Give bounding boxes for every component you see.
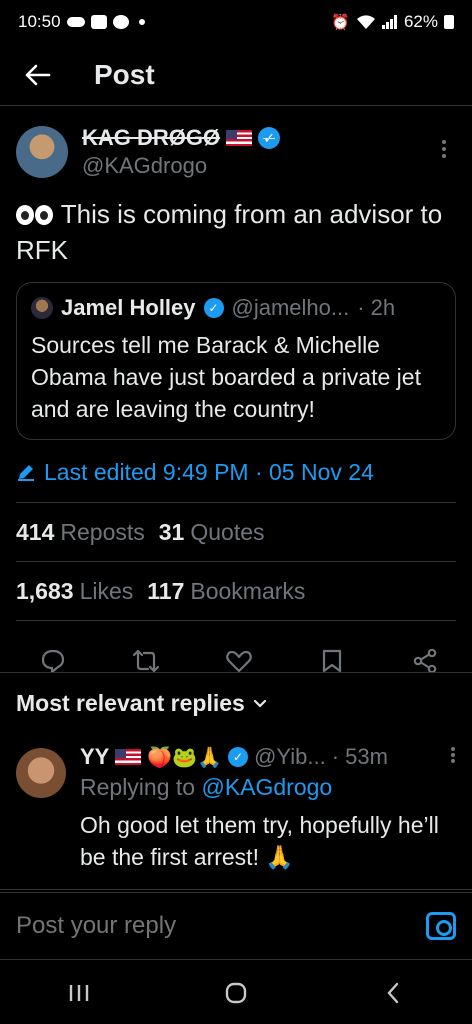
replying-to: Replying to @KAGdrogo <box>80 774 456 801</box>
reply-text: Oh good let them try, hopefully he’ll be… <box>80 812 439 870</box>
battery-percent: 62% <box>403 12 438 31</box>
repost-icon <box>132 649 160 673</box>
quote-author-handle: @jamelho... <box>231 295 350 320</box>
replies-header-label: Most relevant replies <box>16 690 245 716</box>
back-button[interactable] <box>18 55 58 95</box>
reposts-count: 414 <box>16 518 55 545</box>
reply-author-handle: @Yib... <box>254 744 326 769</box>
reply-time: · 53m <box>331 744 388 769</box>
reply-author-name: YY <box>80 744 110 769</box>
recent-apps-button[interactable] <box>54 973 104 1013</box>
author-avatar[interactable] <box>16 126 68 178</box>
status-bar: 10:50 ⏰ 62% <box>0 0 472 44</box>
bookmark-icon <box>322 649 342 673</box>
more-vertical-icon <box>451 747 455 763</box>
quote-verified-badge-icon: ✓ <box>203 298 224 318</box>
bookmarks-stat[interactable]: 117 Bookmarks <box>147 578 305 605</box>
reply-item[interactable]: YY 🍑🐸🙏 ✓ @Yib... · 53m Replying to @KAGd… <box>0 734 472 890</box>
system-back-button[interactable] <box>368 973 418 1013</box>
likes-stat[interactable]: 1,683 Likes <box>16 578 133 605</box>
recents-icon <box>69 985 88 1001</box>
likes-count: 1,683 <box>16 577 74 604</box>
replies-sort-button[interactable]: Most relevant replies <box>0 672 472 734</box>
status-time: 10:50 <box>18 12 61 31</box>
more-vertical-icon <box>442 140 446 158</box>
us-flag-icon <box>226 130 253 146</box>
stats-likes-bookmarks: 1,683 Likes 117 Bookmarks <box>16 562 456 620</box>
pencil-icon <box>18 465 34 481</box>
quoted-post[interactable]: Jamel Holley ✓ @jamelho... · 2h Sources … <box>16 282 456 440</box>
system-nav-bar <box>0 962 472 1024</box>
reply-more-button[interactable] <box>450 744 456 770</box>
stats-reposts-quotes: 414 Reposts 31 Quotes <box>16 503 456 561</box>
replying-to-label: Replying to <box>80 774 196 800</box>
author-display-name: KAG DRØGØ <box>82 125 221 150</box>
eyes-emoji-icon <box>16 205 54 225</box>
replying-to-handle[interactable]: @KAGdrogo <box>201 774 332 800</box>
quotes-stat[interactable]: 31 Quotes <box>159 519 265 546</box>
wifi-icon <box>356 15 375 29</box>
quotes-label: Quotes <box>190 518 265 545</box>
us-flag-icon <box>115 749 142 765</box>
gallery-icon <box>90 15 107 29</box>
reply-icon <box>41 649 65 674</box>
bookmarks-label: Bookmarks <box>190 577 306 604</box>
signal-icon <box>381 15 397 29</box>
quote-avatar <box>31 297 53 319</box>
reposts-label: Reposts <box>60 518 145 545</box>
home-button[interactable] <box>211 973 261 1013</box>
reply-verified-badge-icon: ✓ <box>228 747 249 767</box>
edit-history-link[interactable]: Last edited 9:49 PM · 05 Nov 24 <box>16 456 456 488</box>
more-options-button[interactable] <box>432 139 456 165</box>
chevron-left-icon <box>387 982 399 1004</box>
quote-time: · 2h <box>357 295 396 320</box>
likes-label: Likes <box>79 577 134 604</box>
edited-label: Last edited 9:49 PM · 05 Nov 24 <box>44 458 374 485</box>
top-bar: Post <box>0 44 472 106</box>
alarm-icon: ⏰ <box>331 14 350 31</box>
home-icon <box>225 982 247 1004</box>
chevron-down-icon <box>253 699 266 708</box>
heart-icon <box>226 650 252 673</box>
back-arrow-icon <box>25 64 51 85</box>
quote-text: Sources tell me Barack & Michelle Obama … <box>31 332 421 422</box>
reply-avatar[interactable] <box>16 748 66 798</box>
share-icon <box>413 648 437 674</box>
record-icon <box>112 15 129 29</box>
post-body: This is coming from an advisor to RFK <box>16 199 443 265</box>
reposts-stat[interactable]: 414 Reposts <box>16 519 145 546</box>
main-post: KAG DRØGØ ✓ @KAGdrogo This is coming fro… <box>0 106 472 701</box>
camera-icon[interactable] <box>426 912 456 940</box>
reply-author-emojis: 🍑🐸🙏 <box>147 746 223 769</box>
post-author: KAG DRØGØ ✓ @KAGdrogo <box>16 122 456 182</box>
notification-dot-icon <box>138 19 145 25</box>
author-name-row[interactable]: KAG DRØGØ ✓ <box>82 125 432 151</box>
author-handle[interactable]: @KAGdrogo <box>82 153 432 179</box>
quotes-count: 31 <box>158 518 185 545</box>
quote-author-name: Jamel Holley <box>61 295 196 320</box>
bookmarks-count: 117 <box>147 577 185 604</box>
post-text: This is coming from an advisor to RFK <box>16 196 456 268</box>
page-title: Post <box>94 58 155 90</box>
reply-composer <box>0 892 472 960</box>
reply-input[interactable] <box>16 912 426 940</box>
cloud-icon <box>66 17 85 27</box>
verified-badge-icon: ✓ <box>258 127 281 149</box>
battery-icon <box>444 15 454 29</box>
